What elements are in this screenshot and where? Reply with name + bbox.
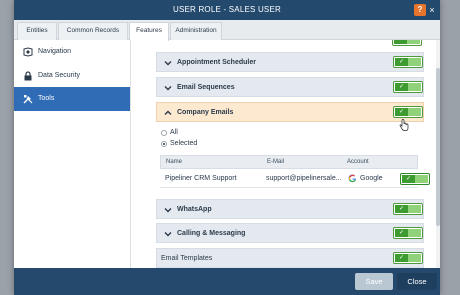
user-role-dialog: USER ROLE - SALES USER ? × Entities Comm… <box>14 0 440 295</box>
table-row[interactable]: Pipeliner CRM Support support@pipeliners… <box>160 170 430 188</box>
toggle-switch[interactable]: ✓ <box>393 203 423 215</box>
table-header: Name E-Mail Account <box>160 155 418 169</box>
sidebar-item-navigation[interactable]: Navigation <box>14 40 130 64</box>
google-icon <box>348 174 357 183</box>
tab-common-records[interactable]: Common Records <box>58 22 128 40</box>
toggle-off-area <box>408 229 421 237</box>
chevron-up-icon <box>164 110 172 115</box>
section-calling-messaging[interactable]: Calling & Messaging ✓ <box>156 223 424 243</box>
dialog-footer: Save Close <box>14 268 440 295</box>
section-email-templates[interactable]: Email Templates ✓ <box>156 248 424 268</box>
tab-bar: Entities Common Records Features Adminis… <box>14 20 440 41</box>
section-email-sequences[interactable]: Email Sequences ✓ <box>156 77 424 97</box>
toggle-switch[interactable]: ✓ <box>393 81 423 93</box>
tab-features[interactable]: Features <box>129 22 169 41</box>
toggle-on-indicator <box>394 40 407 44</box>
toggle-on-indicator: ✓ <box>402 175 415 183</box>
toggle-switch[interactable]: ✓ <box>393 106 423 118</box>
save-button[interactable]: Save <box>355 273 393 290</box>
toggle-off-area <box>408 58 421 66</box>
toggle-off-area <box>408 108 421 116</box>
toggle-on-indicator: ✓ <box>395 205 408 213</box>
toggle-off-area <box>408 254 421 262</box>
cell-email: support@pipelinersale... <box>266 175 342 182</box>
column-header-account: Account <box>347 159 369 165</box>
toggle-on-indicator: ✓ <box>395 108 408 116</box>
lock-icon <box>24 71 32 81</box>
section-company-emails[interactable]: Company Emails ✓ <box>156 102 424 122</box>
tools-icon <box>23 95 33 104</box>
chevron-down-icon <box>164 208 172 213</box>
section-label: Email Sequences <box>177 84 235 91</box>
section-label: Company Emails <box>177 109 234 116</box>
toggle-off-area <box>408 205 421 213</box>
navigation-icon <box>23 47 33 57</box>
toggle-off-area <box>415 175 428 183</box>
toggle-on-indicator: ✓ <box>395 83 408 91</box>
sidebar-item-tools[interactable]: Tools <box>14 87 130 111</box>
backdrop-left-edge <box>0 0 14 295</box>
column-header-name: Name <box>166 159 183 165</box>
sidebar-item-label: Data Security <box>38 72 81 79</box>
dialog-titlebar: USER ROLE - SALES USER ? × <box>14 0 440 20</box>
radio-button <box>161 141 167 147</box>
radio-label: Selected <box>170 140 198 147</box>
section-appointment-scheduler[interactable]: Appointment Scheduler ✓ <box>156 52 424 72</box>
toggle-on-indicator: ✓ <box>395 229 408 237</box>
column-header-email: E-Mail <box>267 159 285 165</box>
sidebar: Navigation Data Security Tools <box>14 40 131 268</box>
tab-entities[interactable]: Entities <box>17 22 57 40</box>
cell-account: Google <box>360 175 383 182</box>
toggle-off-area <box>407 40 420 44</box>
radio-label: All <box>170 129 178 136</box>
chevron-down-icon <box>164 61 172 66</box>
toggle-switch[interactable]: ✓ <box>393 252 423 264</box>
tab-administration[interactable]: Administration <box>170 22 222 40</box>
scrollbar-thumb[interactable] <box>436 68 440 226</box>
section-whatsapp[interactable]: WhatsApp ✓ <box>156 199 424 219</box>
cell-name: Pipeliner CRM Support <box>165 175 237 182</box>
section-label: WhatsApp <box>177 206 212 213</box>
toggle-switch[interactable] <box>392 40 422 46</box>
features-content: Appointment Scheduler ✓ Email Sequences … <box>140 40 440 268</box>
backdrop-right-edge <box>438 0 460 295</box>
toggle-off-area <box>408 83 421 91</box>
section-label: Email Templates <box>161 255 213 262</box>
toggle-on-indicator: ✓ <box>395 254 408 262</box>
chevron-down-icon <box>164 232 172 237</box>
section-label: Calling & Messaging <box>177 230 246 237</box>
sidebar-item-label: Tools <box>38 95 55 102</box>
toggle-switch[interactable]: ✓ <box>393 227 423 239</box>
radio-button <box>161 130 167 136</box>
close-button[interactable]: Close <box>397 273 437 290</box>
close-icon[interactable]: × <box>427 4 437 16</box>
sidebar-item-label: Navigation <box>38 48 72 55</box>
toggle-switch[interactable]: ✓ <box>393 56 423 68</box>
hand-cursor-icon <box>399 119 409 131</box>
sidebar-item-data-security[interactable]: Data Security <box>14 64 130 88</box>
chevron-down-icon <box>164 86 172 91</box>
help-button[interactable]: ? <box>414 4 426 16</box>
content-scrollbar[interactable] <box>436 40 440 268</box>
section-label: Appointment Scheduler <box>177 59 256 66</box>
dialog-title: USER ROLE - SALES USER <box>173 5 281 14</box>
toggle-switch[interactable]: ✓ <box>400 173 430 185</box>
toggle-on-indicator: ✓ <box>395 58 408 66</box>
